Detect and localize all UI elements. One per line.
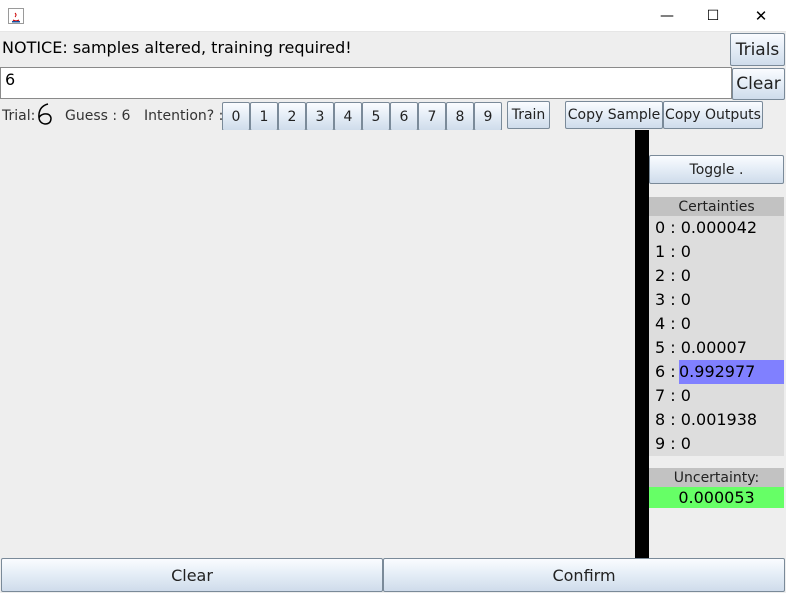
- certainty-value: 0.00007: [680, 338, 747, 357]
- certainty-value: 0: [680, 314, 691, 333]
- certainty-digit: 1: [655, 242, 666, 261]
- certainty-row: 0 : 0.000042: [649, 216, 784, 240]
- certainty-value: 0: [680, 266, 691, 285]
- guess-label: Guess : 6: [65, 108, 131, 124]
- minimize-icon: —: [660, 8, 674, 24]
- clear-top-button[interactable]: Clear: [732, 68, 785, 100]
- intention-button-5[interactable]: 5: [362, 102, 390, 131]
- uncertainty-header: Uncertainty:: [649, 468, 784, 487]
- certainty-digit: 5: [655, 338, 666, 357]
- certainty-value: 0: [680, 386, 691, 405]
- certainty-row: 8 : 0.001938: [649, 408, 784, 432]
- certainty-row: 9 : 0: [649, 432, 784, 456]
- copy-sample-button[interactable]: Copy Sample: [565, 101, 663, 129]
- intention-button-2[interactable]: 2: [278, 102, 306, 131]
- intention-digit-buttons: 0 1 2 3 4 5 6 7 8 9: [222, 102, 502, 131]
- intention-button-8[interactable]: 8: [446, 102, 474, 131]
- maximize-button[interactable]: ☐: [690, 0, 736, 32]
- certainty-row: 3 : 0: [649, 288, 784, 312]
- intention-label: Intention? :: [144, 108, 224, 124]
- uncertainty-value: 0.000053: [649, 487, 784, 508]
- sample-input[interactable]: 6: [0, 67, 732, 99]
- certainty-row: 2 : 0: [649, 264, 784, 288]
- certainty-row: 5 : 0.00007: [649, 336, 784, 360]
- panel-divider: [635, 130, 649, 558]
- certainty-value: 0.001938: [680, 410, 758, 429]
- certainty-digit: 3: [655, 290, 666, 309]
- maximize-icon: ☐: [706, 8, 720, 24]
- certainty-digit: 4: [655, 314, 666, 333]
- intention-button-9[interactable]: 9: [474, 102, 502, 131]
- trial-sample-thumbnail: [34, 100, 56, 128]
- copy-outputs-button[interactable]: Copy Outputs: [663, 101, 763, 129]
- intention-button-4[interactable]: 4: [334, 102, 362, 131]
- certainty-row: 4 : 0: [649, 312, 784, 336]
- intention-button-3[interactable]: 3: [306, 102, 334, 131]
- java-app-icon: [8, 8, 24, 24]
- notice-label: NOTICE: samples altered, training requir…: [2, 38, 352, 57]
- confirm-button[interactable]: Confirm: [383, 558, 785, 592]
- certainty-value: 0: [680, 242, 691, 261]
- clear-bottom-button[interactable]: Clear: [1, 558, 383, 592]
- train-button[interactable]: Train: [507, 101, 550, 129]
- certainty-row: 1 : 0: [649, 240, 784, 264]
- certainty-value-highlighted: 0.992977: [679, 360, 784, 384]
- certainty-digit: 2: [655, 266, 666, 285]
- certainties-list: 0 : 0.000042 1 : 0 2 : 0 3 : 0 4 : 0 5 :…: [649, 216, 784, 456]
- certainty-value: 0: [680, 290, 691, 309]
- certainty-digit: 0: [655, 218, 666, 237]
- certainty-value: 0.000042: [680, 218, 758, 237]
- minimize-button[interactable]: —: [644, 0, 690, 32]
- intention-button-6[interactable]: 6: [390, 102, 418, 131]
- intention-button-7[interactable]: 7: [418, 102, 446, 131]
- close-button[interactable]: ✕: [738, 0, 784, 32]
- certainty-row-highlighted: 6 : 0.992977: [649, 360, 784, 384]
- intention-button-1[interactable]: 1: [250, 102, 278, 131]
- certainty-row: 7 : 0: [649, 384, 784, 408]
- trials-button[interactable]: Trials: [730, 33, 785, 66]
- intention-button-0[interactable]: 0: [222, 102, 250, 131]
- toggle-button[interactable]: Toggle .: [649, 155, 784, 184]
- drawing-canvas[interactable]: [0, 130, 635, 558]
- close-icon: ✕: [754, 7, 768, 25]
- title-bar: — ☐ ✕: [0, 0, 786, 32]
- certainty-digit: 9: [655, 434, 666, 453]
- certainty-digit: 7: [655, 386, 666, 405]
- certainty-digit: 8: [655, 410, 666, 429]
- certainty-value: 0: [680, 434, 691, 453]
- certainties-header: Certainties: [649, 197, 784, 216]
- trial-label: Trial:: [2, 108, 36, 124]
- certainty-digit: 6: [655, 362, 666, 381]
